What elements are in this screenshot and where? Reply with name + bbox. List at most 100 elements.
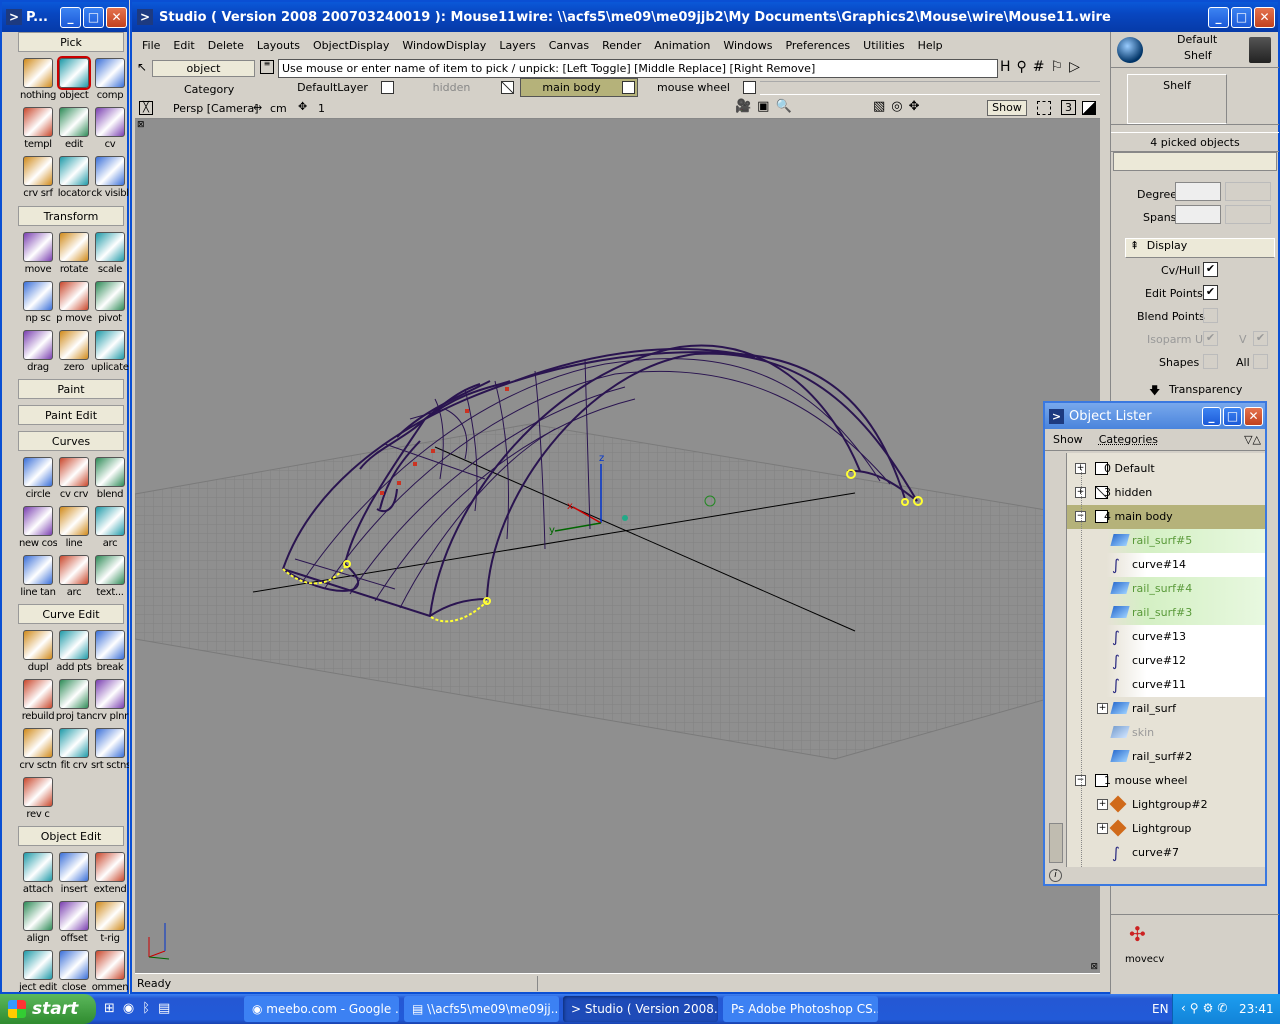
curves-tool-7[interactable]: arc	[55, 551, 93, 599]
lister-row[interactable]: rail_surf#4	[1067, 577, 1265, 601]
transform-tool-3[interactable]: np sc	[19, 277, 57, 325]
section-transform[interactable]: Transform	[18, 206, 124, 226]
show-menu[interactable]: Show	[1053, 433, 1083, 446]
section-paint[interactable]: Paint	[18, 379, 124, 399]
lister-row[interactable]: ∫ curve#12	[1067, 649, 1265, 673]
maximize-button[interactable]: □	[83, 6, 104, 28]
curves-tool-5[interactable]: arc	[91, 502, 129, 550]
layer-visibility-checkbox[interactable]	[743, 81, 756, 94]
move-view-icon[interactable]: ✥	[298, 100, 307, 113]
lister-row[interactable]: ∫ curve#7	[1067, 841, 1265, 865]
show-button[interactable]: Show	[987, 100, 1027, 116]
pick-tool-3[interactable]: templ	[19, 103, 57, 151]
camera-view-icons[interactable]: 🎥▣🔍	[735, 99, 798, 114]
menu-edit[interactable]: Edit	[173, 39, 194, 55]
menu-windows[interactable]: Windows	[723, 39, 772, 55]
quick-launch[interactable]: ⊞◉ᛒ▤	[104, 1001, 224, 1019]
section-curve-edit[interactable]: Curve Edit	[18, 604, 124, 624]
curves-tool-4[interactable]: line	[55, 502, 93, 550]
language-indicator[interactable]: EN	[1152, 1002, 1169, 1016]
pick-tool-1[interactable]: object	[55, 54, 93, 102]
curves-tool-1[interactable]: cv crv	[55, 453, 93, 501]
task-explorer[interactable]: ▤ \\acfs5\me09\me09jj...	[404, 996, 559, 1022]
history-icon[interactable]: ≡	[260, 60, 274, 74]
layer-main-body[interactable]: main body	[520, 78, 638, 97]
blend-points-checkbox[interactable]	[1203, 308, 1218, 323]
section-object-edit[interactable]: Object Edit	[18, 826, 124, 846]
picked-name-field[interactable]	[1113, 152, 1277, 171]
menu-help[interactable]: Help	[918, 39, 943, 55]
view-tool-icons[interactable]: ▧◎✥	[873, 99, 926, 114]
lister-row[interactable]: ∫ curve#14	[1067, 553, 1265, 577]
minimize-button[interactable]: _	[1208, 6, 1229, 28]
lister-row[interactable]: + Lightgroup#2	[1067, 793, 1265, 817]
object-edit-tool-7[interactable]: close	[55, 946, 93, 994]
degree-field[interactable]	[1175, 182, 1221, 201]
trash-icon[interactable]	[1249, 37, 1271, 63]
object-edit-tool-4[interactable]: offset	[55, 897, 93, 945]
section-curves[interactable]: Curves	[18, 431, 124, 451]
curve-edit-tool-7[interactable]: fit crv	[55, 724, 93, 772]
close-button[interactable]: ✕	[1254, 6, 1275, 28]
panel-number[interactable]: 3	[1061, 100, 1076, 115]
transform-tool-5[interactable]: pivot	[91, 277, 129, 325]
menu-layouts[interactable]: Layouts	[257, 39, 300, 55]
all-checkbox[interactable]	[1253, 354, 1268, 369]
menu-canvas[interactable]: Canvas	[549, 39, 589, 55]
curve-edit-tool-6[interactable]: crv sctn	[19, 724, 57, 772]
lister-row[interactable]: rail_surf#3	[1067, 601, 1265, 625]
lister-scrollbar[interactable]	[1047, 453, 1067, 867]
viewport-3d[interactable]: z x y ⊠ ⊠	[135, 119, 1100, 973]
maximize-view-icon[interactable]	[1082, 101, 1096, 115]
curve-edit-tool-1[interactable]: add pts	[55, 626, 93, 674]
shelf-shelf-label[interactable]: Shelf	[1184, 49, 1212, 62]
curves-tool-8[interactable]: text...	[91, 551, 129, 599]
task-photoshop[interactable]: Ps Adobe Photoshop CS...	[723, 996, 878, 1022]
curves-tool-6[interactable]: line tan	[19, 551, 57, 599]
transform-tool-1[interactable]: rotate	[55, 228, 93, 276]
lister-row[interactable]: +0 Default	[1067, 457, 1265, 481]
cvhull-checkbox[interactable]: ✔	[1203, 262, 1218, 277]
transparency-label[interactable]: Transparency	[1169, 383, 1242, 396]
viewport-resize-icon[interactable]: ⊠	[1090, 962, 1098, 972]
lister-row[interactable]: rail_surf#5	[1067, 529, 1265, 553]
shelf-tab[interactable]: Shelf	[1127, 74, 1227, 124]
start-button[interactable]: start	[0, 994, 96, 1024]
close-view-icon[interactable]: ╳	[139, 101, 153, 115]
studio-globe-icon[interactable]	[1117, 37, 1143, 63]
shelf-default-label[interactable]: Default	[1177, 33, 1217, 46]
movecv-label[interactable]: movecv	[1125, 954, 1164, 965]
object-edit-tool-0[interactable]: attach	[19, 848, 57, 896]
isoparm-v-checkbox[interactable]: ✔	[1253, 331, 1268, 346]
degree-field-2[interactable]	[1225, 182, 1271, 201]
lister-row[interactable]: skin	[1067, 721, 1265, 745]
menu-delete[interactable]: Delete	[208, 39, 244, 55]
menu-objectdisplay[interactable]: ObjectDisplay	[313, 39, 389, 55]
lister-row[interactable]: −4 main body	[1067, 505, 1265, 529]
transparency-arrow-icon[interactable]: 🡇	[1149, 382, 1160, 401]
shapes-checkbox[interactable]	[1203, 354, 1218, 369]
object-edit-tool-1[interactable]: insert	[55, 848, 93, 896]
spans-field[interactable]	[1175, 205, 1221, 224]
pick-field[interactable]: object	[152, 60, 255, 77]
lister-row[interactable]: +3 hidden	[1067, 481, 1265, 505]
curve-edit-tool-8[interactable]: srt sctns	[91, 724, 129, 772]
lister-row[interactable]: + Lightgroup	[1067, 817, 1265, 841]
pick-tool-0[interactable]: nothing	[19, 54, 57, 102]
snap-icons[interactable]: H⚲#⚐▷	[1000, 59, 1110, 79]
transform-tool-2[interactable]: scale	[91, 228, 129, 276]
section-pick[interactable]: Pick	[18, 32, 124, 52]
expand-icon[interactable]: +	[1097, 823, 1108, 834]
pick-tool-4[interactable]: edit	[55, 103, 93, 151]
lister-row[interactable]: −1 mouse wheel	[1067, 769, 1265, 793]
close-button[interactable]: ✕	[106, 6, 127, 28]
object-edit-tool-2[interactable]: extend	[91, 848, 129, 896]
display-section[interactable]: ⇞ Display	[1125, 238, 1275, 258]
maximize-button[interactable]: □	[1223, 406, 1242, 426]
task-meebo[interactable]: ◉ meebo.com - Google ...	[244, 996, 399, 1022]
minimize-button[interactable]: _	[1202, 406, 1221, 426]
palette-titlebar[interactable]: > P... _ □ ✕	[2, 2, 127, 32]
layer-visibility-checkbox[interactable]	[381, 81, 394, 94]
curve-edit-tool-3[interactable]: rebuild	[19, 675, 57, 723]
layer-hidden[interactable]: hidden	[402, 79, 514, 96]
